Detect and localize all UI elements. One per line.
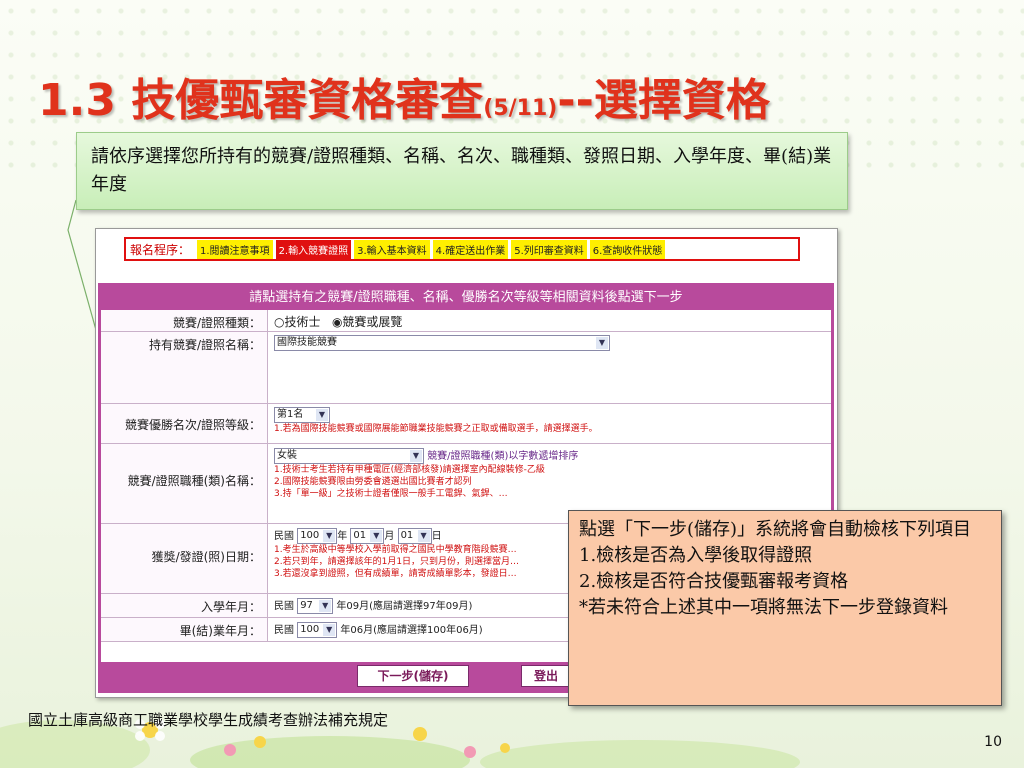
date-month-select[interactable]: 01 ▼ (350, 528, 385, 544)
job-note-2: 2.國際技能競賽限由勞委會遴選出國比賽者才認列 (274, 477, 472, 487)
radio-competition[interactable]: ◉競賽或展覽 (332, 315, 402, 329)
steps-label: 報名程序： (130, 242, 191, 257)
rank-note: 1.若為國際技能競賽或國際展能節職業技能競賽之正取或備取選手，請選擇選手。 (274, 424, 598, 434)
rank-select-value: 第1名 (277, 409, 304, 420)
date-year-unit: 年 (337, 531, 348, 542)
chevron-down-icon: ▼ (319, 600, 332, 612)
date-day-select[interactable]: 01 ▼ (397, 528, 432, 544)
date-label: 獲獎/發證(照)日期： (101, 524, 267, 593)
note-line-4: *若未符合上述其中一項將無法下一步登錄資料 (579, 597, 948, 618)
note-line-3: 2.檢核是否符合技優甄審報考資格 (579, 571, 849, 592)
chevron-down-icon: ▼ (417, 530, 430, 542)
enroll-label: 入學年月： (101, 594, 267, 617)
job-hint: 競賽/證照職種(類)以字數遞增排序 (427, 451, 579, 462)
grad-hint: 年06月(應屆請選擇100年06月) (340, 625, 483, 636)
name-select-value: 國際技能競賽 (277, 337, 337, 348)
footer-text: 國立土庫高級商工職業學校學生成績考查辦法補充規定 (28, 711, 389, 729)
title-page: (5/11) (483, 96, 558, 121)
validation-note-box: 點選「下一步(儲存)」系統將會自動檢核下列項目 1.檢核是否為入學後取得證照 2… (568, 510, 1002, 706)
job-note-3: 3.持「單一級」之技術士證者僅限一般手工電銲、氣銲、… (274, 489, 508, 499)
job-label: 競賽/證照職種(類)名稱： (101, 444, 267, 523)
slide-title: 1.3 技優甄審資格審查(5/11)--選擇資格 (38, 64, 770, 128)
step-1[interactable]: 1.閱讀注意事項 (197, 239, 273, 259)
row-rank: 競賽優勝名次/證照等級： 第1名 ▼ 1.若為國際技能競賽或國際展能節職業技能競… (101, 404, 831, 444)
registration-steps-bar: 報名程序： 1.閱讀注意事項 2.輸入競賽證照 3.輸入基本資料 4.確定送出作… (124, 237, 800, 261)
enroll-prefix: 民國 (274, 601, 294, 612)
page-number: 10 (984, 734, 1002, 750)
next-step-button[interactable]: 下一步(儲存) (357, 665, 469, 687)
chevron-down-icon: ▼ (410, 450, 422, 462)
chevron-down-icon: ▼ (323, 530, 336, 542)
rank-cell: 第1名 ▼ 1.若為國際技能競賽或國際展能節職業技能競賽之正取或備取選手，請選擇… (267, 404, 831, 443)
grad-prefix: 民國 (274, 625, 294, 636)
date-prefix: 民國 (274, 531, 294, 542)
form-header: 請點選持有之競賽/證照職種、名稱、優勝名次等級等相關資料後點選下一步 (101, 286, 831, 310)
date-year-select[interactable]: 100 ▼ (297, 528, 338, 544)
grad-label: 畢(結)業年月： (101, 618, 267, 641)
row-type: 競賽/證照種類： ○技術士 ◉競賽或展覽 (101, 310, 831, 332)
row-name: 持有競賽/證照名稱： 國際技能競賽 ▼ (101, 332, 831, 404)
chevron-down-icon: ▼ (323, 624, 336, 636)
name-label: 持有競賽/證照名稱： (101, 332, 267, 403)
date-day-value: 01 (400, 530, 414, 541)
logout-button[interactable]: 登出 (521, 665, 571, 687)
type-label: 競賽/證照種類： (101, 310, 267, 331)
name-cell: 國際技能競賽 ▼ (267, 332, 831, 403)
note-line-1: 點選「下一步(儲存)」系統將會自動檢核下列項目 (579, 519, 972, 540)
type-options: ○技術士 ◉競賽或展覽 (267, 310, 831, 331)
chevron-down-icon: ▼ (596, 337, 608, 349)
grad-year-select[interactable]: 100 ▼ (297, 622, 338, 638)
job-select[interactable]: 女裝 ▼ (274, 448, 424, 464)
date-month-unit: 月 (384, 531, 395, 542)
grad-year-value: 100 (300, 624, 320, 635)
job-note-1: 1.技術士考生若持有甲種電匠(經濟部核發)請選擇室內配線裝修-乙級 (274, 465, 545, 475)
enroll-hint: 年09月(應屆請選擇97年09月) (336, 601, 473, 612)
step-4[interactable]: 4.確定送出作業 (432, 239, 509, 259)
step-6[interactable]: 6.查詢收件狀態 (589, 239, 666, 259)
title-suffix: --選擇資格 (557, 75, 770, 126)
enroll-year-value: 97 (300, 600, 313, 611)
step-3[interactable]: 3.輸入基本資料 (354, 239, 430, 259)
date-day-unit: 日 (431, 531, 442, 542)
rank-select[interactable]: 第1名 ▼ (274, 407, 330, 423)
radio-technician[interactable]: ○技術士 (274, 315, 320, 329)
chevron-down-icon: ▼ (370, 530, 383, 542)
step-5[interactable]: 5.列印審查資料 (511, 239, 587, 259)
chevron-down-icon: ▼ (316, 409, 328, 421)
job-select-value: 女裝 (277, 450, 297, 461)
enroll-year-select[interactable]: 97 ▼ (297, 598, 334, 614)
date-month-value: 01 (353, 530, 367, 541)
title-prefix: 1.3 技優甄審資格審查 (38, 75, 484, 126)
rank-label: 競賽優勝名次/證照等級： (101, 404, 267, 443)
note-line-2: 1.檢核是否為入學後取得證照 (579, 545, 813, 566)
instruction-callout: 請依序選擇您所持有的競賽/證照種類、名稱、名次、職種類、發照日期、入學年度、畢(… (76, 132, 848, 210)
date-year-value: 100 (300, 530, 320, 541)
name-select[interactable]: 國際技能競賽 ▼ (274, 335, 610, 351)
step-2[interactable]: 2.輸入競賽證照 (275, 239, 352, 259)
